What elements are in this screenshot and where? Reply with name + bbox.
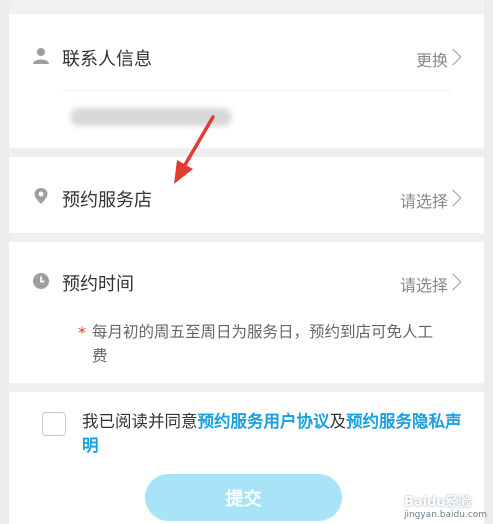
store-select-button[interactable]: 请选择 xyxy=(400,188,448,212)
submit-button[interactable]: 提交 xyxy=(145,474,342,521)
contact-change-button[interactable]: 更换 xyxy=(416,47,448,71)
time-select-button[interactable]: 请选择 xyxy=(400,272,448,296)
baidu-watermark: Baidu经验 jingyan.baidu.com xyxy=(404,491,487,520)
section-separator xyxy=(9,148,484,157)
divider xyxy=(63,90,451,91)
section-separator xyxy=(9,383,484,392)
section-separator xyxy=(9,233,484,242)
agreement-prefix: 我已阅读并同意 xyxy=(82,412,198,431)
contact-info-blurred xyxy=(70,108,232,126)
agreement-checkbox[interactable] xyxy=(42,412,66,436)
watermark-url: jingyan.baidu.com xyxy=(403,510,487,520)
required-asterisk: * xyxy=(78,323,86,342)
person-icon xyxy=(33,48,49,64)
watermark-brand: Baidu经验 xyxy=(403,495,472,510)
user-agreement-link[interactable]: 预约服务用户协议 xyxy=(198,412,330,431)
agreement-and: 及 xyxy=(329,412,347,431)
contact-title: 联系人信息 xyxy=(62,49,152,70)
store-title: 预约服务店 xyxy=(62,190,152,211)
service-day-note: 每月初的周五至周日为服务日，预约到店可免人工费 xyxy=(92,323,434,365)
time-title: 预约时间 xyxy=(62,274,134,295)
top-separator xyxy=(9,0,484,14)
location-pin-icon xyxy=(34,188,48,204)
clock-icon xyxy=(33,273,49,289)
agreement-text: 我已阅读并同意预约服务用户协议及预约服务隐私声明 xyxy=(82,410,462,458)
